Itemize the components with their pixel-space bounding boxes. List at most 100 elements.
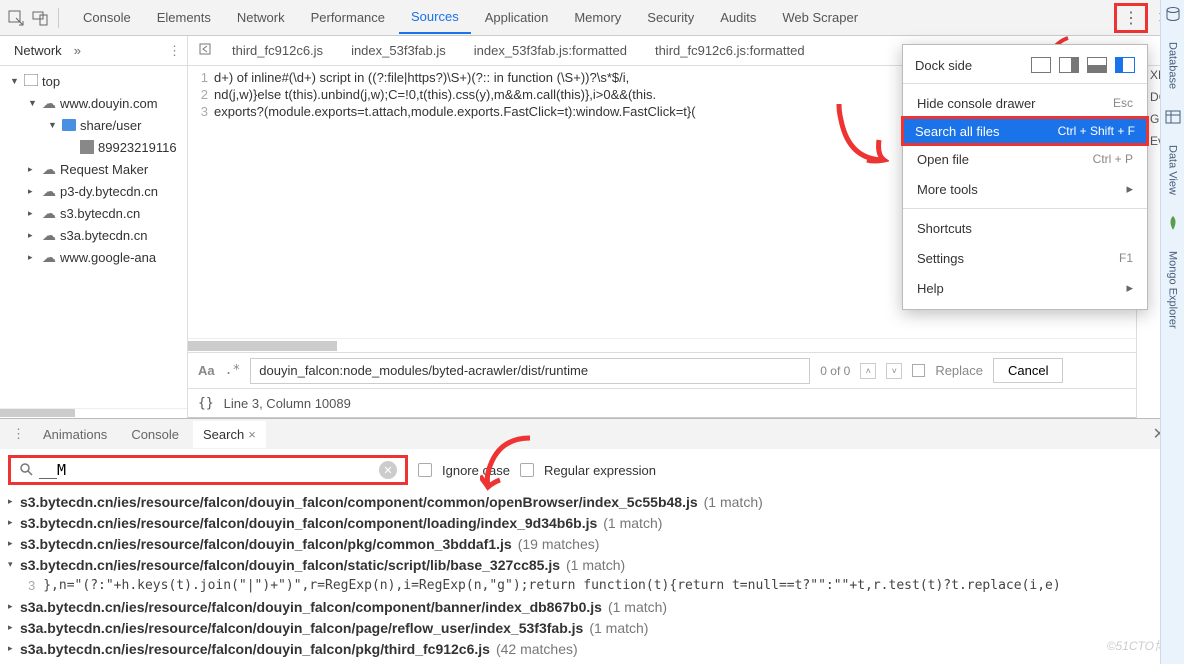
tab-network[interactable]: Network xyxy=(225,2,297,33)
tree-item[interactable]: ▸☁s3a.bytecdn.cn xyxy=(0,224,187,246)
menu-hide-drawer[interactable]: Hide console drawerEsc xyxy=(903,88,1147,118)
tree-item[interactable]: ▸☁p3-dy.bytecdn.cn xyxy=(0,180,187,202)
drawer-tab-search[interactable]: Search× xyxy=(193,421,266,448)
ignore-case-checkbox[interactable] xyxy=(418,463,432,477)
next-match-icon[interactable]: ˅ xyxy=(886,363,902,379)
dock-side-row: Dock side xyxy=(903,51,1147,79)
result-row[interactable]: ▾s3.bytecdn.cn/ies/resource/falcon/douyi… xyxy=(8,554,1176,575)
drawer: ⋮ Animations Console Search× ✕ ✕ Ignore … xyxy=(0,418,1184,659)
result-row[interactable]: ▸s3.bytecdn.cn/ies/resource/falcon/douyi… xyxy=(8,533,1176,554)
editor-h-scrollbar[interactable] xyxy=(188,338,1184,352)
result-code-line[interactable]: 3},n="(?:"+h.keys(t).join("|")+")",r=Reg… xyxy=(8,575,1176,596)
cloud-icon: ☁ xyxy=(42,249,56,266)
tree-label: 89923219116 xyxy=(98,140,177,155)
tab-application[interactable]: Application xyxy=(473,2,561,33)
drawer-tabs: ⋮ Animations Console Search× ✕ xyxy=(0,419,1184,449)
tree-item[interactable]: 89923219116 xyxy=(0,136,187,158)
result-row[interactable]: ▸s3a.bytecdn.cn/ies/resource/falcon/douy… xyxy=(8,638,1176,659)
match-case-toggle[interactable]: Aa xyxy=(198,363,215,378)
cancel-button[interactable]: Cancel xyxy=(993,358,1063,383)
ide-right-sidebar: Database Data View Mongo Explorer xyxy=(1160,0,1184,664)
tree-item[interactable]: ▼☁www.douyin.com xyxy=(0,92,187,114)
regex-toggle[interactable]: .* xyxy=(225,363,241,378)
dock-bottom-icon[interactable] xyxy=(1087,57,1107,73)
result-row[interactable]: ▸s3a.bytecdn.cn/ies/resource/falcon/douy… xyxy=(8,596,1176,617)
file-tab[interactable]: index_53f3fab.js xyxy=(337,37,460,64)
dock-label: Dock side xyxy=(915,58,972,73)
tab-performance[interactable]: Performance xyxy=(299,2,397,33)
tab-web-scraper[interactable]: Web Scraper xyxy=(770,2,870,33)
clear-search-icon[interactable]: ✕ xyxy=(379,461,397,479)
tab-console[interactable]: Console xyxy=(71,2,143,33)
file-tab[interactable]: index_53f3fab.js:formatted xyxy=(460,37,641,64)
dock-right-icon[interactable] xyxy=(1115,57,1135,73)
sidebar-scrollbar[interactable] xyxy=(0,408,187,418)
prev-match-icon[interactable]: ˄ xyxy=(860,363,876,379)
tree-label: share/user xyxy=(80,118,141,133)
cloud-icon: ☁ xyxy=(42,227,56,244)
sidebar-tab-network[interactable]: Network xyxy=(6,39,70,62)
replace-checkbox[interactable] xyxy=(912,364,925,377)
code-lines: d+) of inline#(\d+) script in ((?:file|h… xyxy=(214,70,696,334)
find-bar: Aa .* 0 of 0 ˄ ˅ Replace Cancel xyxy=(188,352,1184,388)
tab-security[interactable]: Security xyxy=(635,2,706,33)
tree-item[interactable]: ▼top xyxy=(0,70,187,92)
rsb-mongo[interactable]: Mongo Explorer xyxy=(1167,251,1179,329)
tab-sources[interactable]: Sources xyxy=(399,1,471,34)
tab-audits[interactable]: Audits xyxy=(708,2,768,33)
menu-more-tools[interactable]: More tools xyxy=(903,174,1147,204)
find-input[interactable] xyxy=(250,358,810,384)
search-icon xyxy=(19,462,33,479)
file-tab[interactable]: third_fc912c6.js:formatted xyxy=(641,37,819,64)
tree-item[interactable]: ▼share/user xyxy=(0,114,187,136)
cursor-position: Line 3, Column 10089 xyxy=(224,396,351,411)
database-icon[interactable] xyxy=(1165,6,1181,22)
search-row: ✕ Ignore case Regular expression xyxy=(0,449,1184,491)
chevron-right-icon[interactable]: » xyxy=(74,43,81,58)
drawer-menu-icon[interactable]: ⋮ xyxy=(8,422,29,446)
tab-elements[interactable]: Elements xyxy=(145,2,223,33)
drawer-tab-console[interactable]: Console xyxy=(121,421,189,448)
device-icon[interactable] xyxy=(28,6,52,30)
nav-back-icon[interactable] xyxy=(194,38,216,63)
rsb-dataview[interactable]: Data View xyxy=(1167,145,1179,195)
pretty-print-icon[interactable]: {} xyxy=(198,396,214,411)
result-row[interactable]: ▸s3.bytecdn.cn/ies/resource/falcon/douyi… xyxy=(8,491,1176,512)
result-row[interactable]: ▸s3a.bytecdn.cn/ies/resource/falcon/douy… xyxy=(8,617,1176,638)
result-row[interactable]: ▸s3.bytecdn.cn/ies/resource/falcon/douyi… xyxy=(8,512,1176,533)
devtools-tabbar: ConsoleElementsNetworkPerformanceSources… xyxy=(0,0,1184,36)
file-tab[interactable]: third_fc912c6.js xyxy=(218,37,337,64)
kebab-highlight: ⋮ xyxy=(1114,3,1148,33)
folder-icon xyxy=(62,119,76,131)
tree-item[interactable]: ▸☁s3.bytecdn.cn xyxy=(0,202,187,224)
dock-left-icon[interactable] xyxy=(1059,57,1079,73)
annotation-arrow-3 xyxy=(480,432,550,492)
sidebar-header: Network » ⋮ xyxy=(0,36,187,66)
cloud-icon: ☁ xyxy=(42,205,56,222)
search-input[interactable] xyxy=(39,461,379,479)
tree-item[interactable]: ▸☁Request Maker xyxy=(0,158,187,180)
menu-help[interactable]: Help xyxy=(903,273,1147,303)
tree-label: www.douyin.com xyxy=(60,96,158,111)
sidebar-menu-icon[interactable]: ⋮ xyxy=(168,43,181,59)
cloud-icon: ☁ xyxy=(42,95,56,112)
tree-label: top xyxy=(42,74,60,89)
dataview-icon[interactable] xyxy=(1165,109,1181,125)
menu-kebab-icon[interactable]: ⋮ xyxy=(1121,8,1141,28)
close-tab-icon[interactable]: × xyxy=(248,427,256,442)
file-tree: ▼top▼☁www.douyin.com▼share/user899232191… xyxy=(0,66,187,408)
menu-search-all-files[interactable]: Search all filesCtrl + Shift + F xyxy=(901,116,1149,146)
search-results: ▸s3.bytecdn.cn/ies/resource/falcon/douyi… xyxy=(0,491,1184,659)
tab-memory[interactable]: Memory xyxy=(562,2,633,33)
menu-settings[interactable]: SettingsF1 xyxy=(903,243,1147,273)
find-count: 0 of 0 xyxy=(820,364,850,378)
menu-shortcuts[interactable]: Shortcuts xyxy=(903,213,1147,243)
menu-open-file[interactable]: Open fileCtrl + P xyxy=(903,144,1147,174)
drawer-tab-animations[interactable]: Animations xyxy=(33,421,117,448)
tree-item[interactable]: ▸☁www.google-ana xyxy=(0,246,187,268)
dock-undock-icon[interactable] xyxy=(1031,57,1051,73)
rsb-database[interactable]: Database xyxy=(1167,42,1179,89)
devtools-tabs: ConsoleElementsNetworkPerformanceSources… xyxy=(71,0,1114,35)
mongo-icon[interactable] xyxy=(1165,215,1181,231)
inspect-icon[interactable] xyxy=(4,6,28,30)
